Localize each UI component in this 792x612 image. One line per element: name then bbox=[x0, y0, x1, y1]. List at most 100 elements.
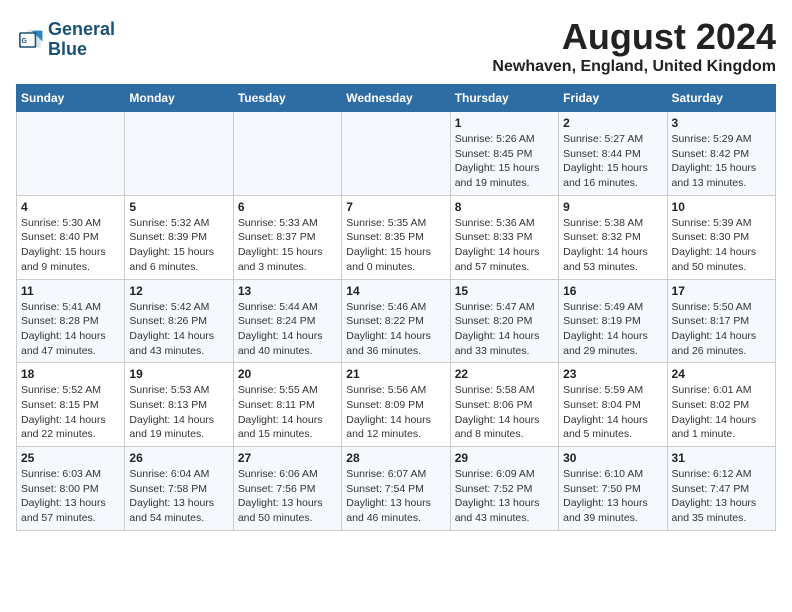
calendar-cell: 12 Sunrise: 5:42 AM Sunset: 8:26 PM Dayli… bbox=[125, 279, 233, 363]
calendar-cell: 28Sunrise: 6:07 AM Sunset: 7:54 PM Dayli… bbox=[342, 447, 450, 531]
day-number: 12 bbox=[129, 284, 228, 298]
calendar-cell: 9Sunrise: 5:38 AM Sunset: 8:32 PM Daylig… bbox=[559, 195, 667, 279]
calendar-cell: 13 Sunrise: 5:44 AM Sunset: 8:24 PM Dayli… bbox=[233, 279, 341, 363]
col-tuesday: Tuesday bbox=[233, 85, 341, 112]
day-number: 1 bbox=[455, 116, 554, 130]
day-info: Sunrise: 5:30 AM Sunset: 8:40 PM Dayligh… bbox=[21, 216, 120, 275]
logo: G General Blue bbox=[16, 20, 115, 60]
svg-text:G: G bbox=[21, 38, 27, 45]
calendar-cell bbox=[125, 112, 233, 196]
day-number: 8 bbox=[455, 200, 554, 214]
day-info: Sunrise: 5:50 AM Sunset: 8:17 PM Dayligh… bbox=[672, 300, 771, 359]
day-number: 7 bbox=[346, 200, 445, 214]
calendar-cell: 20 Sunrise: 5:55 AM Sunset: 8:11 PM Dayli… bbox=[233, 363, 341, 447]
header-row: Sunday Monday Tuesday Wednesday Thursday… bbox=[17, 85, 776, 112]
calendar-cell: 10 Sunrise: 5:39 AM Sunset: 8:30 PM Dayli… bbox=[667, 195, 775, 279]
day-info: Sunrise: 5:35 AM Sunset: 8:35 PM Dayligh… bbox=[346, 216, 445, 275]
day-info: Sunrise: 5:55 AM Sunset: 8:11 PM Dayligh… bbox=[238, 383, 337, 442]
day-info: Sunrise: 5:36 AM Sunset: 8:33 PM Dayligh… bbox=[455, 216, 554, 275]
calendar-cell: 24 Sunrise: 6:01 AM Sunset: 8:02 PM Dayli… bbox=[667, 363, 775, 447]
calendar-cell: 1 Sunrise: 5:26 AM Sunset: 8:45 PM Daylig… bbox=[450, 112, 558, 196]
calendar-cell: 17 Sunrise: 5:50 AM Sunset: 8:17 PM Dayli… bbox=[667, 279, 775, 363]
day-info: Sunrise: 6:01 AM Sunset: 8:02 PM Dayligh… bbox=[672, 383, 771, 442]
day-number: 22 bbox=[455, 367, 554, 381]
day-number: 24 bbox=[672, 367, 771, 381]
calendar-cell: 3Sunrise: 5:29 AM Sunset: 8:42 PM Daylig… bbox=[667, 112, 775, 196]
day-info: Sunrise: 5:39 AM Sunset: 8:30 PM Dayligh… bbox=[672, 216, 771, 275]
week-row: 4Sunrise: 5:30 AM Sunset: 8:40 PM Daylig… bbox=[17, 195, 776, 279]
calendar-cell: 4Sunrise: 5:30 AM Sunset: 8:40 PM Daylig… bbox=[17, 195, 125, 279]
day-number: 10 bbox=[672, 200, 771, 214]
day-number: 20 bbox=[238, 367, 337, 381]
calendar-cell: 30Sunrise: 6:10 AM Sunset: 7:50 PM Dayli… bbox=[559, 447, 667, 531]
day-info: Sunrise: 5:42 AM Sunset: 8:26 PM Dayligh… bbox=[129, 300, 228, 359]
calendar-cell bbox=[17, 112, 125, 196]
day-number: 21 bbox=[346, 367, 445, 381]
col-wednesday: Wednesday bbox=[342, 85, 450, 112]
day-number: 2 bbox=[563, 116, 662, 130]
calendar-cell bbox=[233, 112, 341, 196]
title-block: August 2024 Newhaven, England, United Ki… bbox=[492, 16, 776, 76]
col-friday: Friday bbox=[559, 85, 667, 112]
week-row: 1 Sunrise: 5:26 AM Sunset: 8:45 PM Daylig… bbox=[17, 112, 776, 196]
day-number: 26 bbox=[129, 451, 228, 465]
day-number: 27 bbox=[238, 451, 337, 465]
logo-icon: G bbox=[16, 26, 44, 54]
col-saturday: Saturday bbox=[667, 85, 775, 112]
day-number: 25 bbox=[21, 451, 120, 465]
day-number: 17 bbox=[672, 284, 771, 298]
day-info: Sunrise: 5:52 AM Sunset: 8:15 PM Dayligh… bbox=[21, 383, 120, 442]
calendar-cell: 27 Sunrise: 6:06 AM Sunset: 7:56 PM Dayli… bbox=[233, 447, 341, 531]
week-row: 18 Sunrise: 5:52 AM Sunset: 8:15 PM Dayli… bbox=[17, 363, 776, 447]
calendar-cell: 25 Sunrise: 6:03 AM Sunset: 8:00 PM Dayli… bbox=[17, 447, 125, 531]
calendar-cell: 15Sunrise: 5:47 AM Sunset: 8:20 PM Dayli… bbox=[450, 279, 558, 363]
subtitle: Newhaven, England, United Kingdom bbox=[492, 58, 776, 76]
day-number: 23 bbox=[563, 367, 662, 381]
day-number: 3 bbox=[672, 116, 771, 130]
day-number: 16 bbox=[563, 284, 662, 298]
calendar-cell: 22Sunrise: 5:58 AM Sunset: 8:06 PM Dayli… bbox=[450, 363, 558, 447]
day-info: Sunrise: 5:26 AM Sunset: 8:45 PM Dayligh… bbox=[455, 132, 554, 191]
page-header: G General Blue August 2024 Newhaven, Eng… bbox=[16, 16, 776, 76]
day-number: 18 bbox=[21, 367, 120, 381]
day-info: Sunrise: 5:41 AM Sunset: 8:28 PM Dayligh… bbox=[21, 300, 120, 359]
day-info: Sunrise: 6:09 AM Sunset: 7:52 PM Dayligh… bbox=[455, 467, 554, 526]
day-info: Sunrise: 6:06 AM Sunset: 7:56 PM Dayligh… bbox=[238, 467, 337, 526]
calendar-cell: 18 Sunrise: 5:52 AM Sunset: 8:15 PM Dayli… bbox=[17, 363, 125, 447]
day-info: Sunrise: 5:33 AM Sunset: 8:37 PM Dayligh… bbox=[238, 216, 337, 275]
day-info: Sunrise: 5:44 AM Sunset: 8:24 PM Dayligh… bbox=[238, 300, 337, 359]
calendar-cell: 26Sunrise: 6:04 AM Sunset: 7:58 PM Dayli… bbox=[125, 447, 233, 531]
calendar-cell: 6Sunrise: 5:33 AM Sunset: 8:37 PM Daylig… bbox=[233, 195, 341, 279]
day-info: Sunrise: 5:47 AM Sunset: 8:20 PM Dayligh… bbox=[455, 300, 554, 359]
calendar-body: 1 Sunrise: 5:26 AM Sunset: 8:45 PM Daylig… bbox=[17, 112, 776, 531]
day-number: 29 bbox=[455, 451, 554, 465]
logo-text: General Blue bbox=[48, 20, 115, 60]
day-number: 30 bbox=[563, 451, 662, 465]
week-row: 25 Sunrise: 6:03 AM Sunset: 8:00 PM Dayli… bbox=[17, 447, 776, 531]
day-number: 28 bbox=[346, 451, 445, 465]
day-info: Sunrise: 5:38 AM Sunset: 8:32 PM Dayligh… bbox=[563, 216, 662, 275]
day-info: Sunrise: 5:49 AM Sunset: 8:19 PM Dayligh… bbox=[563, 300, 662, 359]
day-info: Sunrise: 5:27 AM Sunset: 8:44 PM Dayligh… bbox=[563, 132, 662, 191]
col-thursday: Thursday bbox=[450, 85, 558, 112]
day-number: 13 bbox=[238, 284, 337, 298]
col-monday: Monday bbox=[125, 85, 233, 112]
week-row: 11Sunrise: 5:41 AM Sunset: 8:28 PM Dayli… bbox=[17, 279, 776, 363]
calendar-cell: 2 Sunrise: 5:27 AM Sunset: 8:44 PM Daylig… bbox=[559, 112, 667, 196]
main-title: August 2024 bbox=[492, 16, 776, 58]
day-number: 19 bbox=[129, 367, 228, 381]
calendar-cell: 14Sunrise: 5:46 AM Sunset: 8:22 PM Dayli… bbox=[342, 279, 450, 363]
calendar-cell: 8 Sunrise: 5:36 AM Sunset: 8:33 PM Daylig… bbox=[450, 195, 558, 279]
day-number: 14 bbox=[346, 284, 445, 298]
calendar-cell bbox=[342, 112, 450, 196]
day-info: Sunrise: 5:56 AM Sunset: 8:09 PM Dayligh… bbox=[346, 383, 445, 442]
day-number: 31 bbox=[672, 451, 771, 465]
calendar-cell: 5Sunrise: 5:32 AM Sunset: 8:39 PM Daylig… bbox=[125, 195, 233, 279]
calendar-cell: 11Sunrise: 5:41 AM Sunset: 8:28 PM Dayli… bbox=[17, 279, 125, 363]
day-info: Sunrise: 6:12 AM Sunset: 7:47 PM Dayligh… bbox=[672, 467, 771, 526]
col-sunday: Sunday bbox=[17, 85, 125, 112]
day-info: Sunrise: 6:03 AM Sunset: 8:00 PM Dayligh… bbox=[21, 467, 120, 526]
calendar-cell: 23Sunrise: 5:59 AM Sunset: 8:04 PM Dayli… bbox=[559, 363, 667, 447]
day-info: Sunrise: 5:53 AM Sunset: 8:13 PM Dayligh… bbox=[129, 383, 228, 442]
calendar-cell: 31 Sunrise: 6:12 AM Sunset: 7:47 PM Dayli… bbox=[667, 447, 775, 531]
